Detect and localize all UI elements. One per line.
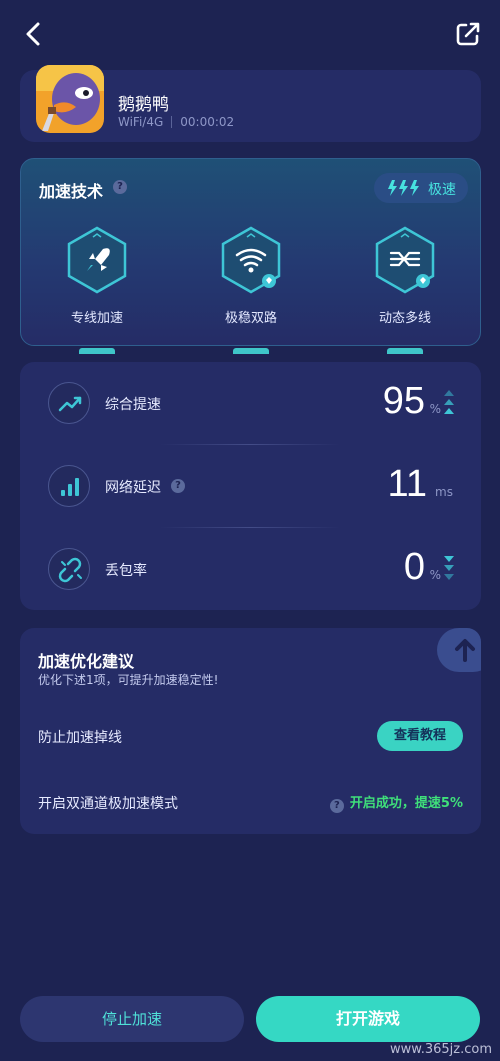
help-icon[interactable]: ?: [171, 479, 185, 493]
chevron-left-icon: [26, 22, 40, 46]
game-name: 鹅鹅鸭: [118, 95, 169, 115]
stat-value: 95: [382, 380, 425, 422]
top-bar: [0, 0, 500, 66]
tech-item-label: 动态多线: [378, 311, 431, 326]
stat-row-packet-loss: 丢包率 0 %: [20, 540, 481, 600]
stat-unit: %: [429, 568, 441, 582]
tech-item-label: 极稳双路: [224, 311, 277, 326]
tech-item-indicator: [387, 348, 423, 354]
help-icon[interactable]: ?: [113, 180, 127, 194]
view-tutorial-button[interactable]: 查看教程: [377, 721, 463, 751]
triangles-down-icon: [444, 556, 454, 580]
accel-duration: 00:00:02: [180, 115, 235, 129]
suggestion-title: 加速优化建议: [38, 652, 135, 671]
wifi-icon: [219, 225, 283, 295]
stat-row-latency: 网络延迟 ? 11 ms: [20, 457, 481, 517]
tech-title: 加速技术: [39, 182, 104, 201]
suggestion-card: 加速优化建议 优化下述1项，可提升加速稳定性! 防止加速掉线 查看教程 开启双通…: [20, 628, 481, 834]
stat-label: 丢包率: [105, 563, 147, 579]
trend-up-icon: [48, 382, 90, 424]
arrow-up-icon: [437, 628, 481, 672]
game-meta: WiFi/4G 00:00:02: [118, 115, 234, 129]
watermark: www.365jz.com: [390, 1042, 492, 1057]
triangles-up-icon: [444, 390, 454, 414]
accel-tech-card: 加速技术 ? 极速 专线加速 极稳双路 动态多线: [20, 158, 481, 354]
stat-value: 11: [387, 463, 427, 505]
multi-line-icon: [373, 225, 437, 295]
share-button[interactable]: [452, 18, 484, 50]
tech-item-indicator: [233, 348, 269, 354]
stat-unit: ms: [435, 485, 453, 499]
open-game-button[interactable]: 打开游戏: [256, 996, 480, 1042]
tech-item-dedicated-line[interactable]: 专线加速: [37, 225, 157, 354]
game-app-icon: [36, 65, 104, 133]
network-type: WiFi/4G: [118, 115, 164, 129]
stat-divider: [160, 527, 340, 528]
stop-accel-button[interactable]: 停止加速: [20, 996, 244, 1042]
rocket-icon: [65, 225, 129, 295]
suggestion-row-label: 防止加速掉线: [38, 730, 122, 746]
tech-item-label: 专线加速: [70, 311, 123, 326]
link-icon: [48, 548, 90, 590]
stat-unit: %: [429, 402, 441, 416]
success-status: ? 开启成功，提速5%: [329, 792, 463, 813]
stats-card: 综合提速 95 % 网络延迟 ? 11 ms 丢包率 0 %: [20, 362, 481, 610]
success-text: 开启成功，提速5%: [349, 796, 463, 811]
tech-item-dynamic-multi[interactable]: 动态多线: [345, 225, 465, 354]
stat-label: 网络延迟: [105, 480, 161, 496]
back-button[interactable]: [18, 18, 50, 50]
suggestion-row-label: 开启双通道极加速模式: [38, 796, 178, 812]
stat-value: 0: [403, 546, 425, 588]
suggestion-subtitle: 优化下述1项，可提升加速稳定性!: [38, 673, 219, 687]
share-icon: [456, 22, 480, 46]
bars-icon: [48, 465, 90, 507]
help-icon[interactable]: ?: [329, 799, 344, 813]
stat-row-speedup: 综合提速 95 %: [20, 374, 481, 434]
speed-badge-label: 极速: [428, 182, 456, 198]
tech-item-indicator: [79, 348, 115, 354]
stat-label: 综合提速: [105, 397, 161, 413]
meta-divider: [171, 116, 173, 128]
speed-badge[interactable]: 极速: [374, 173, 468, 203]
game-card: 鹅鹅鸭 WiFi/4G 00:00:02: [20, 65, 481, 142]
bolts-icon: [388, 180, 419, 196]
tech-item-dual-path[interactable]: 极稳双路: [191, 225, 311, 354]
stat-divider: [160, 444, 340, 445]
